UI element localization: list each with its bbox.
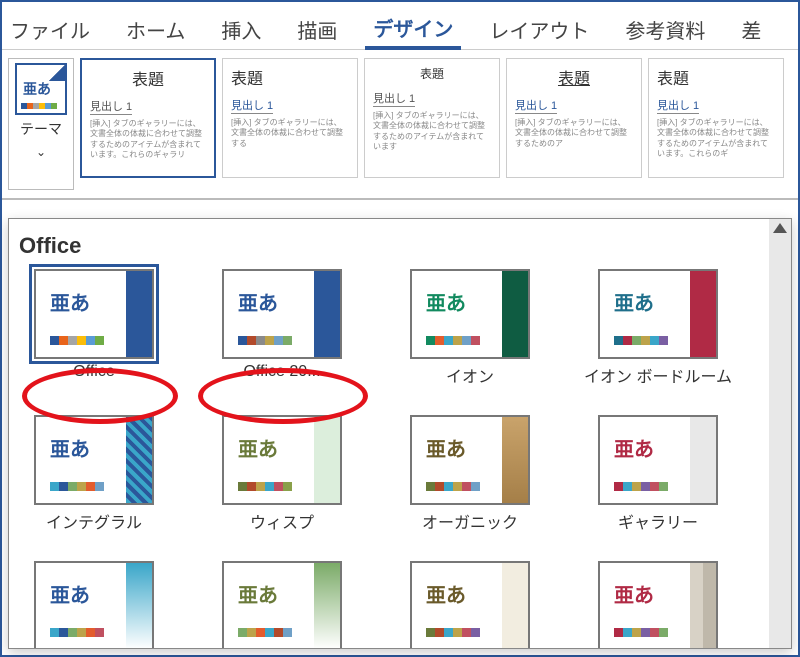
theme-palette [238,628,292,637]
theme-palette [50,336,104,345]
theme-thumb: 亜あ [410,561,530,648]
theme-item-1[interactable]: 亜あ Office 20... [207,269,357,387]
themes-dropdown: Office 亜あOffice亜あOffice 20...亜あイオン亜あイオン … [8,218,792,649]
theme-name-label: イオン [446,363,494,387]
theme-thumb: 亜あ [34,561,154,648]
doc-style-preview-1[interactable]: 表題 見出し 1 [挿入] タブのギャラリーには、文書全体の体裁に合わせて調整す… [80,58,216,178]
design-ribbon: 亜あ テーマ ⌄ 表題 見出し 1 [挿入] タブのギャラリーには、文書全体の体… [2,50,798,200]
theme-thumb: 亜あ [598,415,718,505]
theme-palette [426,336,480,345]
chevron-down-icon: ⌄ [36,145,46,159]
theme-palette [50,628,104,637]
tab-home[interactable]: ホーム [118,11,193,48]
theme-sample-text: 亜あ [614,287,654,316]
theme-sample-text: 亜あ [426,433,466,462]
theme-thumb: 亜あ [222,561,342,648]
theme-name-label: ギャラリー [618,509,698,533]
scrollbar[interactable] [769,219,791,648]
theme-thumb: 亜あ [598,269,718,359]
theme-palette [238,336,292,345]
ribbon-tabs: ファイル ホーム 挿入 描画 デザイン レイアウト 参考資料 差 [2,2,798,50]
theme-sample-text: 亜あ [426,579,466,608]
tab-extra[interactable]: 差 [733,11,769,48]
tab-insert[interactable]: 挿入 [213,11,269,48]
theme-thumb: 亜あ [222,269,342,359]
theme-item-3[interactable]: 亜あイオン ボードルーム [583,269,733,387]
theme-thumb: 亜あ [410,415,530,505]
themes-icon: 亜あ [15,63,67,115]
theme-name-label: Office 20... [243,363,320,381]
theme-item-5[interactable]: 亜あウィスプ [207,415,357,533]
theme-thumb: 亜あ [598,561,718,648]
theme-sample-text: 亜あ [50,579,90,608]
theme-grid: 亜あOffice亜あOffice 20...亜あイオン亜あイオン ボードルーム亜… [19,269,759,648]
tab-file[interactable]: ファイル [2,11,98,48]
theme-sample-text: 亜あ [50,287,90,316]
doc-style-preview-5[interactable]: 表題 見出し 1 [挿入] タブのギャラリーには、文書全体の体裁に合わせて調整す… [648,58,784,178]
themes-label: テーマ [20,119,62,139]
theme-item-11[interactable]: 亜あ [583,561,733,648]
theme-thumb: 亜あ [34,415,154,505]
theme-item-9[interactable]: 亜あ [207,561,357,648]
theme-sample-text: 亜あ [426,287,466,316]
tab-design[interactable]: デザイン [365,9,461,50]
theme-palette [50,482,104,491]
theme-item-10[interactable]: 亜あ [395,561,545,648]
scroll-up-icon[interactable] [773,223,787,233]
tab-references[interactable]: 参考資料 [617,11,713,48]
theme-name-label: Office [73,363,115,381]
theme-thumb: 亜あ [222,415,342,505]
theme-item-0[interactable]: 亜あ Office [19,269,169,387]
theme-thumb: 亜あ [410,269,530,359]
theme-name-label: イオン ボードルーム [584,363,732,387]
theme-item-6[interactable]: 亜あオーガニック [395,415,545,533]
theme-sample-text: 亜あ [238,287,278,316]
themes-button[interactable]: 亜あ テーマ ⌄ [8,58,74,190]
theme-sample-text: 亜あ [614,579,654,608]
dropdown-section-title: Office [19,233,759,259]
tab-layout[interactable]: レイアウト [481,11,597,48]
theme-sample-text: 亜あ [614,433,654,462]
tab-draw[interactable]: 描画 [289,11,345,48]
theme-thumb: 亜あ [34,269,154,359]
theme-sample-text: 亜あ [50,433,90,462]
doc-style-preview-3[interactable]: 表題 見出し 1 [挿入] タブのギャラリーには、文書全体の体裁に合わせて調整す… [364,58,500,178]
theme-palette [614,336,668,345]
theme-palette [426,482,480,491]
theme-item-2[interactable]: 亜あイオン [395,269,545,387]
theme-palette [426,628,480,637]
theme-palette [614,628,668,637]
doc-style-preview-2[interactable]: 表題 見出し 1 [挿入] タブのギャラリーには、文書全体の体裁に合わせて調整す… [222,58,358,178]
theme-palette [238,482,292,491]
theme-name-label: ウィスプ [250,509,314,533]
theme-sample-text: 亜あ [238,433,278,462]
theme-palette [614,482,668,491]
theme-sample-text: 亜あ [238,579,278,608]
theme-item-4[interactable]: 亜あインテグラル [19,415,169,533]
theme-item-8[interactable]: 亜あ [19,561,169,648]
theme-name-label: インテグラル [46,509,142,533]
theme-item-7[interactable]: 亜あギャラリー [583,415,733,533]
doc-style-preview-4[interactable]: 表題 見出し 1 [挿入] タブのギャラリーには、文書全体の体裁に合わせて調整す… [506,58,642,178]
theme-name-label: オーガニック [422,509,518,533]
